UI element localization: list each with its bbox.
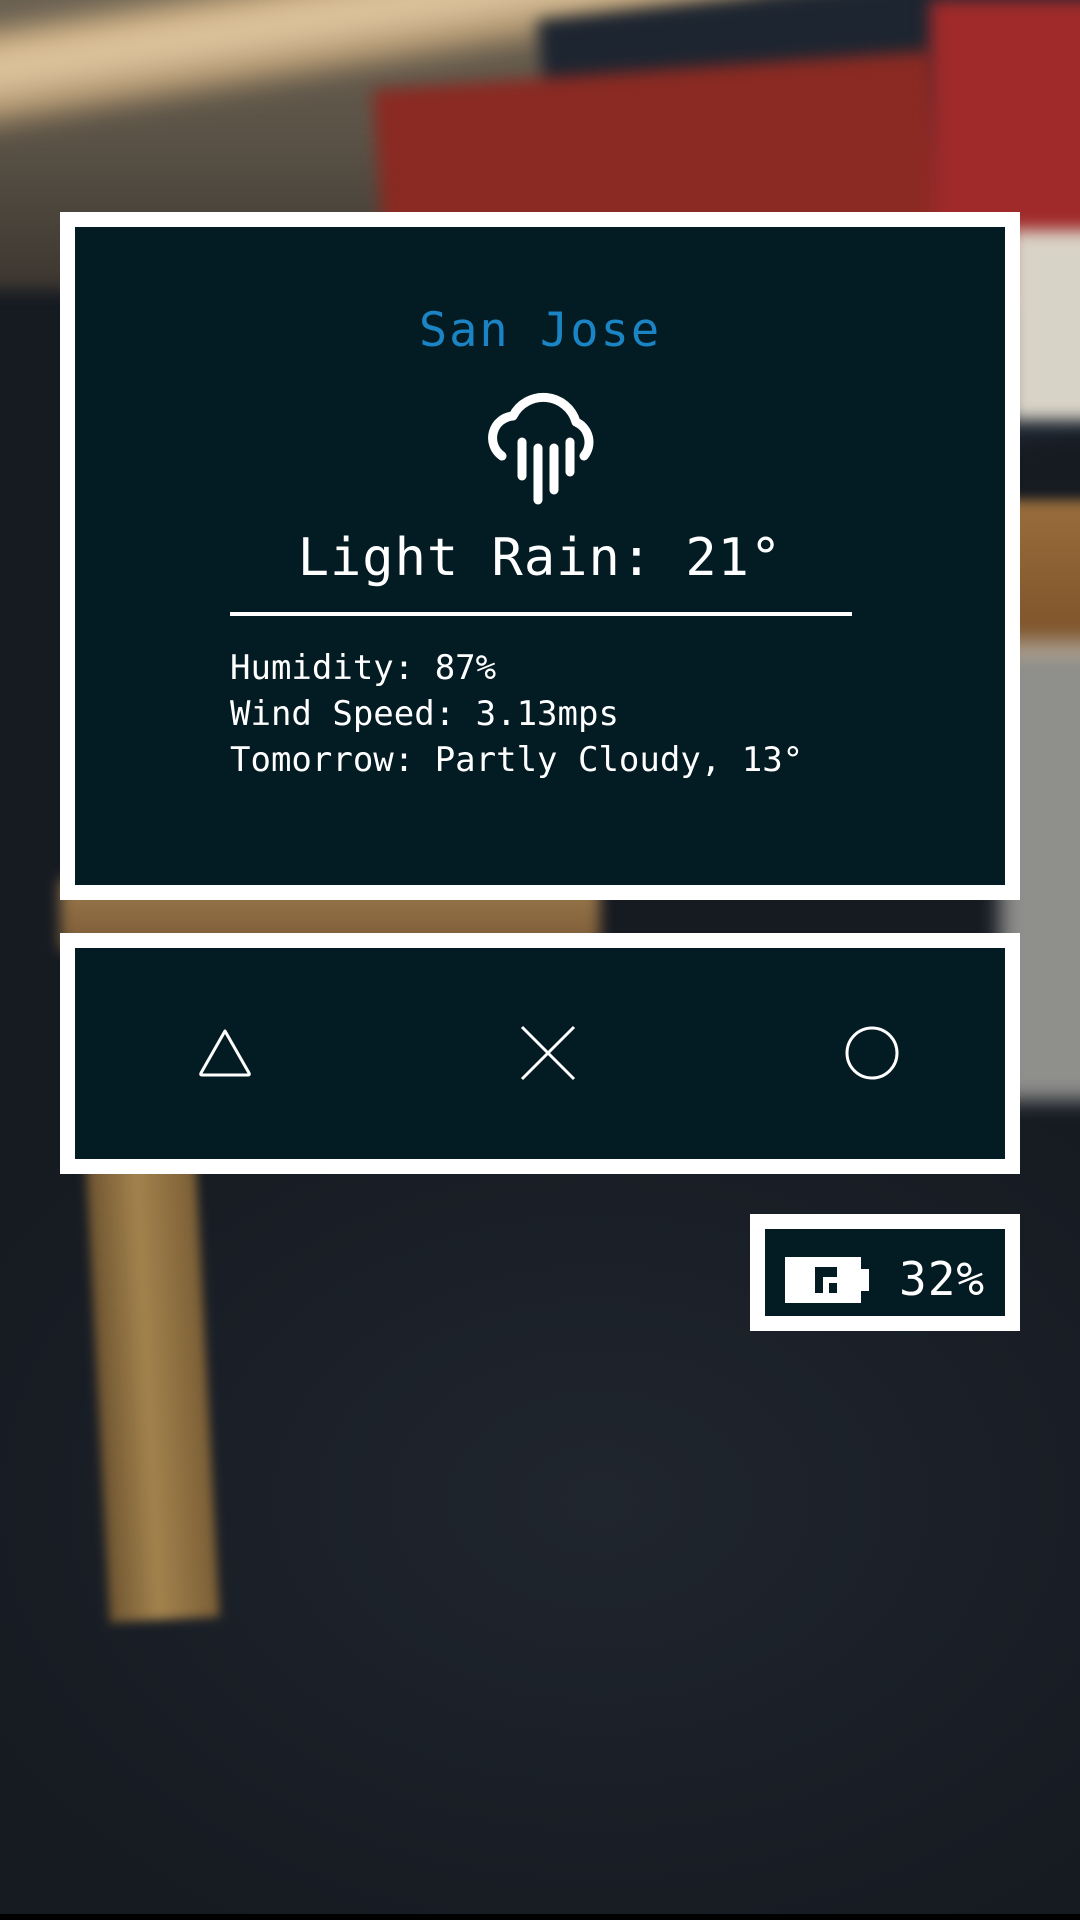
controls-panel — [60, 933, 1020, 1174]
circle-button[interactable] — [837, 1018, 907, 1088]
battery-percentage: 32% — [899, 1252, 986, 1306]
humidity-text: Humidity: 87% — [230, 648, 497, 688]
city-name: San Jose — [418, 303, 662, 358]
triangle-button[interactable] — [190, 1018, 260, 1088]
divider — [230, 612, 852, 616]
background-book-pages — [1010, 230, 1080, 420]
cross-icon — [520, 1025, 576, 1081]
triangle-icon — [199, 1029, 251, 1077]
current-condition: Light Rain: 21° — [297, 528, 783, 588]
battery-icon — [785, 1257, 869, 1303]
bottom-edge — [0, 1914, 1080, 1920]
weather-card: San Jose Light Rain: 21° Humidity: 87% W… — [60, 212, 1020, 900]
cross-button[interactable] — [513, 1018, 583, 1088]
circle-icon — [845, 1026, 899, 1080]
wind-speed-text: Wind Speed: 3.13mps — [230, 694, 619, 734]
tomorrow-forecast-text: Tomorrow: Partly Cloudy, 13° — [230, 740, 804, 780]
weather-details: Humidity: 87% Wind Speed: 3.13mps Tomorr… — [230, 645, 803, 783]
battery-status: 32% — [750, 1214, 1020, 1331]
cloud-rain-icon — [488, 392, 594, 505]
